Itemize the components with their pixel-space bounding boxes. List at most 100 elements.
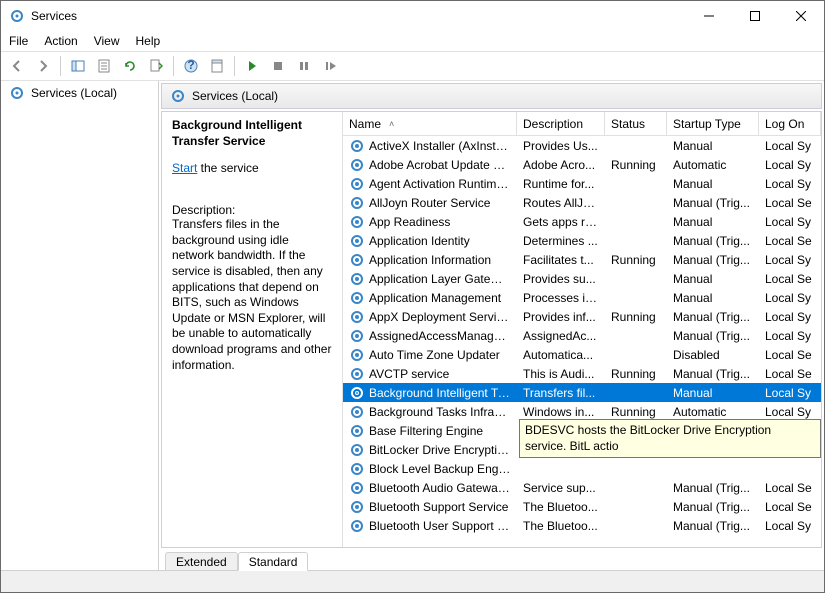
- gear-icon: [349, 366, 365, 382]
- cell-name: ActiveX Installer (AxInstSV): [369, 139, 511, 153]
- cell-status: Running: [605, 367, 667, 381]
- stop-service-button[interactable]: [266, 54, 290, 78]
- table-row[interactable]: Application ManagementProcesses in...Man…: [343, 288, 821, 307]
- table-row[interactable]: Application IdentityDetermines ...Manual…: [343, 231, 821, 250]
- maximize-button[interactable]: [732, 1, 778, 31]
- menu-file[interactable]: File: [9, 34, 28, 48]
- table-row[interactable]: Application Layer Gateway ...Provides su…: [343, 269, 821, 288]
- table-row[interactable]: Background Intelligent Tran...Transfers …: [343, 383, 821, 402]
- cell-description: Service sup...: [517, 481, 605, 495]
- cell-startup-type: Manual: [667, 272, 759, 286]
- cell-name: Adobe Acrobat Update Serv...: [369, 158, 511, 172]
- cell-log-on: Local Sy: [759, 329, 821, 343]
- menu-help[interactable]: Help: [136, 34, 161, 48]
- pane-header: Services (Local): [161, 83, 822, 109]
- gear-icon: [349, 309, 365, 325]
- cell-status: Running: [605, 310, 667, 324]
- cell-name: AppX Deployment Service (...: [369, 310, 511, 324]
- table-row[interactable]: Agent Activation Runtime_...Runtime for.…: [343, 174, 821, 193]
- table-row[interactable]: Bluetooth Support ServiceThe Bluetoo...M…: [343, 497, 821, 516]
- separator: [60, 56, 61, 76]
- tree-item-services-local[interactable]: Services (Local): [1, 81, 158, 105]
- cell-description: Automatica...: [517, 348, 605, 362]
- cell-startup-type: Manual (Trig...: [667, 253, 759, 267]
- cell-name: App Readiness: [369, 215, 450, 229]
- cell-log-on: Local Se: [759, 234, 821, 248]
- start-service-link[interactable]: Start: [172, 161, 197, 175]
- cell-startup-type: Manual (Trig...: [667, 500, 759, 514]
- column-header-log-on[interactable]: Log On: [759, 112, 821, 135]
- cell-startup-type: Manual (Trig...: [667, 310, 759, 324]
- tooltip: BDESVC hosts the BitLocker Drive Encrypt…: [519, 419, 821, 458]
- help-button[interactable]: ?: [179, 54, 203, 78]
- table-row[interactable]: AllJoyn Router ServiceRoutes AllJo...Man…: [343, 193, 821, 212]
- list-scroll[interactable]: ActiveX Installer (AxInstSV)Provides Us.…: [343, 136, 821, 547]
- cell-startup-type: Manual (Trig...: [667, 519, 759, 533]
- table-row[interactable]: Adobe Acrobat Update Serv...Adobe Acro..…: [343, 155, 821, 174]
- cell-startup-type: Disabled: [667, 348, 759, 362]
- table-row[interactable]: Block Level Backup Engine ...: [343, 459, 821, 478]
- gear-icon: [349, 176, 365, 192]
- menu-view[interactable]: View: [94, 34, 120, 48]
- cell-log-on: Local Sy: [759, 177, 821, 191]
- cell-name: Application Management: [369, 291, 501, 305]
- gear-icon: [349, 423, 365, 439]
- table-row[interactable]: ActiveX Installer (AxInstSV)Provides Us.…: [343, 136, 821, 155]
- gear-icon: [349, 138, 365, 154]
- gear-icon: [170, 88, 186, 104]
- gear-icon: [349, 214, 365, 230]
- table-row[interactable]: AppX Deployment Service (...Provides inf…: [343, 307, 821, 326]
- cell-log-on: Local Sy: [759, 310, 821, 324]
- gear-icon: [9, 85, 25, 101]
- toolbar: ?: [1, 51, 824, 81]
- left-tree-pane[interactable]: Services (Local): [1, 81, 159, 570]
- column-header-startup-type[interactable]: Startup Type: [667, 112, 759, 135]
- cell-startup-type: Manual (Trig...: [667, 481, 759, 495]
- cell-name: AssignedAccessManager Se...: [369, 329, 511, 343]
- back-button[interactable]: [5, 54, 29, 78]
- minimize-button[interactable]: [686, 1, 732, 31]
- cell-log-on: Local Sy: [759, 215, 821, 229]
- gear-icon: [349, 499, 365, 515]
- table-row[interactable]: Bluetooth User Support Ser...The Bluetoo…: [343, 516, 821, 535]
- table-row[interactable]: App ReadinessGets apps re...ManualLocal …: [343, 212, 821, 231]
- column-header-name[interactable]: Name˄: [343, 112, 517, 135]
- cell-startup-type: Manual: [667, 177, 759, 191]
- tab-standard[interactable]: Standard: [238, 552, 309, 571]
- cell-name: Bluetooth Audio Gateway S...: [369, 481, 511, 495]
- tab-extended[interactable]: Extended: [165, 552, 238, 571]
- show-hide-console-button[interactable]: [66, 54, 90, 78]
- column-header-status[interactable]: Status: [605, 112, 667, 135]
- column-header-description[interactable]: Description: [517, 112, 605, 135]
- cell-name: Block Level Backup Engine ...: [369, 462, 511, 476]
- properties-button[interactable]: [92, 54, 116, 78]
- table-row[interactable]: Auto Time Zone UpdaterAutomatica...Disab…: [343, 345, 821, 364]
- start-service-button[interactable]: [240, 54, 264, 78]
- table-row[interactable]: AVCTP serviceThis is Audi...RunningManua…: [343, 364, 821, 383]
- export-list-button[interactable]: [144, 54, 168, 78]
- restart-service-button[interactable]: [318, 54, 342, 78]
- services-window: Services File Action View Help ?: [0, 0, 825, 593]
- pause-service-button[interactable]: [292, 54, 316, 78]
- cell-name: Application Identity: [369, 234, 470, 248]
- properties-sheet-button[interactable]: [205, 54, 229, 78]
- cell-description: Processes in...: [517, 291, 605, 305]
- refresh-button[interactable]: [118, 54, 142, 78]
- forward-button[interactable]: [31, 54, 55, 78]
- right-pane: Services (Local) Background Intelligent …: [159, 81, 824, 570]
- cell-status: Running: [605, 158, 667, 172]
- cell-log-on: Local Se: [759, 481, 821, 495]
- content: Background Intelligent Transfer Service …: [161, 111, 822, 548]
- cell-log-on: Local Se: [759, 196, 821, 210]
- table-row[interactable]: Application InformationFacilitates t...R…: [343, 250, 821, 269]
- gear-icon: [349, 347, 365, 363]
- gear-icon: [349, 252, 365, 268]
- close-button[interactable]: [778, 1, 824, 31]
- description-heading: Description:: [172, 203, 332, 217]
- table-row[interactable]: AssignedAccessManager Se...AssignedAc...…: [343, 326, 821, 345]
- menu-action[interactable]: Action: [44, 34, 77, 48]
- gear-icon: [349, 385, 365, 401]
- gear-icon: [349, 271, 365, 287]
- gear-icon: [349, 461, 365, 477]
- table-row[interactable]: Bluetooth Audio Gateway S... Service sup.…: [343, 478, 821, 497]
